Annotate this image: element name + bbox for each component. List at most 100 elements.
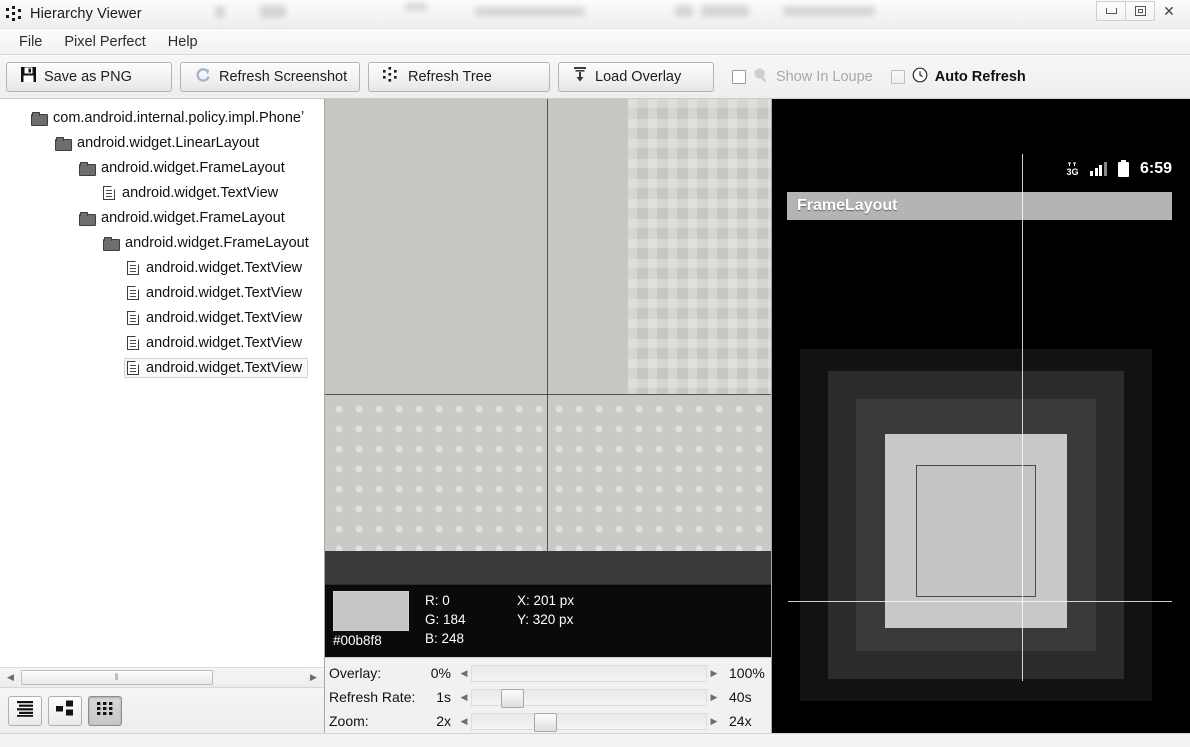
xy-coordinates: X: 201 px Y: 320 px xyxy=(517,591,574,629)
minimize-button[interactable] xyxy=(1096,1,1126,21)
auto-refresh-checkbox[interactable] xyxy=(890,69,905,84)
battery-icon xyxy=(1117,159,1129,177)
tree-node-label: android.widget.TextView xyxy=(146,359,303,376)
folder-icon xyxy=(79,161,96,176)
tree-nodes-icon xyxy=(383,67,400,86)
loupe-icon xyxy=(753,67,769,87)
device-preview-pane[interactable]: 3G 6:59 FrameLayout xyxy=(772,99,1190,733)
loupe-canvas[interactable] xyxy=(325,99,771,584)
g-label: G: xyxy=(425,612,440,627)
slider-decrease-icon[interactable]: ◀ xyxy=(457,716,471,727)
load-overlay-button[interactable]: Load Overlay xyxy=(558,61,714,92)
close-button[interactable]: ✕ xyxy=(1154,1,1184,21)
network-3g-icon: 3G xyxy=(1066,161,1079,177)
file-icon xyxy=(127,285,139,300)
slider-track[interactable] xyxy=(471,664,707,682)
list-lines-icon xyxy=(15,700,35,722)
grid-dots-icon xyxy=(95,700,115,722)
hierarchy-nodes-icon xyxy=(6,6,24,22)
tree-node[interactable]: android.widget.TextView xyxy=(0,305,324,330)
tree-node[interactable]: android.widget.TextView xyxy=(0,180,324,205)
view-mode-toolbar xyxy=(0,687,324,733)
folder-icon xyxy=(31,111,48,126)
save-as-png-button[interactable]: Save as PNG xyxy=(6,61,172,92)
loupe-crosshair-horizontal xyxy=(325,394,771,395)
signal-bars-icon xyxy=(1090,162,1107,176)
file-icon xyxy=(127,260,139,275)
show-in-loupe-control[interactable]: Show In Loupe xyxy=(732,67,873,87)
scroll-right-icon[interactable]: ▶ xyxy=(305,670,322,686)
tree-node-label: android.widget.FrameLayout xyxy=(101,159,285,176)
view-hierarchy-tree-pane: com.android.internal.policy.impl.Phoneʼ a… xyxy=(0,99,325,733)
device-crosshair-horizontal xyxy=(788,601,1172,602)
window-title: Hierarchy Viewer xyxy=(30,6,142,22)
slider-decrease-icon[interactable]: ◀ xyxy=(457,668,471,679)
color-swatch xyxy=(333,591,409,631)
status-strip xyxy=(0,733,1190,747)
restore-icon xyxy=(1134,6,1146,16)
slider-thumb[interactable] xyxy=(500,688,524,708)
list-view-button[interactable] xyxy=(8,695,42,726)
menu-pixel-perfect[interactable]: Pixel Perfect xyxy=(53,32,156,52)
tree-node-label: android.widget.TextView xyxy=(146,309,303,326)
tree-node[interactable]: android.widget.FrameLayout xyxy=(0,155,324,180)
color-hex-value: #00b8f8 xyxy=(333,633,382,648)
menu-file[interactable]: File xyxy=(8,32,53,52)
slider-track[interactable] xyxy=(471,688,707,708)
auto-refresh-control[interactable]: Auto Refresh xyxy=(890,67,1026,87)
tree-node[interactable]: android.widget.FrameLayout xyxy=(0,205,324,230)
scrollbar-track[interactable]: ⦀ xyxy=(19,670,305,685)
toolbar: Save as PNG Refresh Screenshot Refresh T… xyxy=(0,55,1190,99)
slider-thumb[interactable] xyxy=(533,712,557,732)
slider-row: Refresh Rate: 1s ◀ ▶ 40s xyxy=(329,685,767,709)
refresh-screenshot-button[interactable]: Refresh Screenshot xyxy=(180,61,360,92)
tree-horizontal-scrollbar[interactable]: ◀ ⦀ ▶ xyxy=(0,667,324,687)
slider-increase-icon[interactable]: ▶ xyxy=(707,692,721,703)
slider-decrease-icon[interactable]: ◀ xyxy=(457,692,471,703)
load-overlay-label: Load Overlay xyxy=(595,68,682,85)
window-controls: ✕ xyxy=(1096,1,1184,21)
r-label: R: xyxy=(425,593,439,608)
slider-increase-icon[interactable]: ▶ xyxy=(707,716,721,727)
slider-label: Refresh Rate: xyxy=(329,689,416,705)
file-icon xyxy=(103,185,115,200)
folder-icon xyxy=(79,211,96,226)
tree-node[interactable]: android.widget.TextView xyxy=(0,330,324,355)
pixel-loupe-pane: #00b8f8 R: 0 G: 184 B: 248 X: 201 px Y: xyxy=(325,99,772,733)
tree-node[interactable]: android.widget.TextView xyxy=(0,355,324,380)
slider-row: Zoom: 2x ◀ ▶ 24x xyxy=(329,709,767,733)
refresh-tree-label: Refresh Tree xyxy=(408,68,492,85)
slider-track[interactable] xyxy=(471,712,707,732)
slider-label: Zoom: xyxy=(329,713,369,729)
grid-view-button[interactable] xyxy=(88,695,122,726)
slider-row: Overlay: 0% ◀ ▶ 100% xyxy=(329,661,767,685)
rgb-values: R: 0 G: 184 B: 248 xyxy=(425,591,513,648)
restore-button[interactable] xyxy=(1125,1,1155,21)
slider-max-label: 40s xyxy=(729,689,752,705)
r-value: 0 xyxy=(442,593,450,608)
save-as-png-label: Save as PNG xyxy=(44,68,132,85)
scrollbar-thumb[interactable]: ⦀ xyxy=(21,670,213,685)
floppy-disk-icon xyxy=(21,67,36,86)
file-icon xyxy=(127,360,139,375)
tree-list[interactable]: com.android.internal.policy.impl.Phoneʼ a… xyxy=(0,99,324,667)
tree-node[interactable]: android.widget.LinearLayout xyxy=(0,130,324,155)
refresh-tree-button[interactable]: Refresh Tree xyxy=(368,61,550,92)
b-value: 248 xyxy=(441,631,465,646)
refresh-screenshot-label: Refresh Screenshot xyxy=(219,68,348,85)
show-in-loupe-checkbox[interactable] xyxy=(732,69,746,84)
tree-node[interactable]: android.widget.FrameLayout xyxy=(0,230,324,255)
tree-node[interactable]: android.widget.TextView xyxy=(0,255,324,280)
b-label: B: xyxy=(425,631,438,646)
selected-node-title: FrameLayout xyxy=(787,192,1172,220)
file-icon xyxy=(127,335,139,350)
tree-node[interactable]: com.android.internal.policy.impl.Phoneʼ xyxy=(0,105,324,130)
tree-view-button[interactable] xyxy=(48,695,82,726)
menu-help[interactable]: Help xyxy=(157,32,209,52)
slider-increase-icon[interactable]: ▶ xyxy=(707,668,721,679)
load-overlay-icon xyxy=(573,67,587,86)
device-clock: 6:59 xyxy=(1139,160,1172,177)
scroll-left-icon[interactable]: ◀ xyxy=(2,670,19,686)
tree-node[interactable]: android.widget.TextView xyxy=(0,280,324,305)
tree-node-label: android.widget.TextView xyxy=(122,184,279,201)
